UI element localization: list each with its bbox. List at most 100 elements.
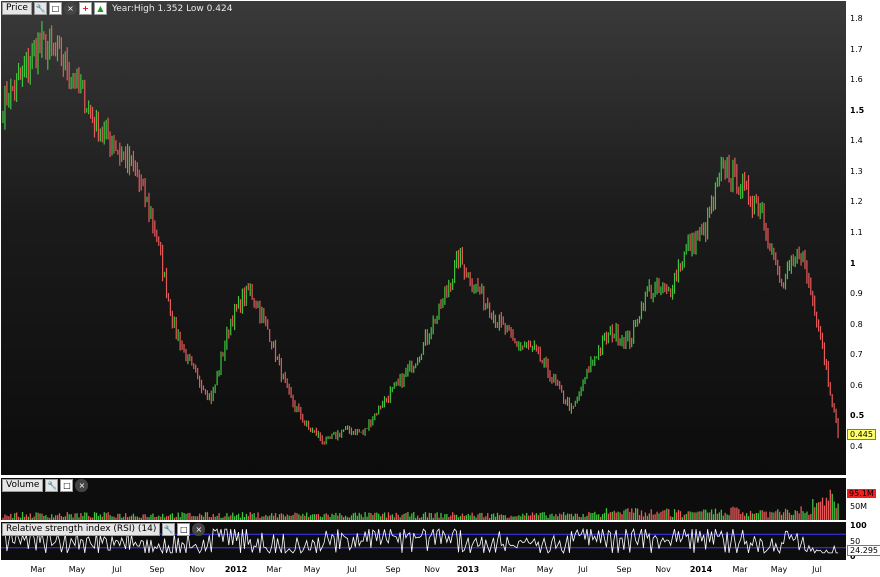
- maximize-icon[interactable]: □: [60, 479, 74, 492]
- volume-chart-plot[interactable]: [1, 478, 846, 520]
- volume-bar: [777, 509, 779, 520]
- wrench-icon[interactable]: 🔧: [45, 479, 59, 492]
- volume-bar: [23, 516, 26, 520]
- volume-bar: [344, 515, 347, 520]
- volume-bar: [500, 514, 503, 520]
- volume-bar: [452, 512, 454, 520]
- price-chart-pane[interactable]: Price 🔧 □ × + ▲ Year:High 1.352 Low 0.42…: [1, 1, 846, 475]
- volume-bar: [197, 516, 199, 520]
- volume-bar: [158, 515, 160, 520]
- volume-bar: [619, 512, 621, 520]
- wrench-icon[interactable]: 🔧: [162, 523, 176, 536]
- volume-bar: [479, 512, 481, 520]
- price-chart-plot[interactable]: [1, 1, 846, 475]
- volume-bar: [284, 516, 286, 520]
- volume-bar: [609, 512, 612, 520]
- volume-bar: [742, 512, 744, 520]
- close-icon[interactable]: ×: [63, 2, 77, 15]
- volume-bar: [545, 515, 547, 520]
- volume-bar: [265, 514, 267, 520]
- volume-bar: [243, 516, 246, 520]
- volume-bar: [753, 513, 756, 520]
- volume-bar: [352, 513, 355, 520]
- volume-bar: [576, 513, 578, 520]
- volume-bar: [393, 517, 395, 520]
- volume-bar: [561, 514, 563, 520]
- volume-bar: [658, 513, 660, 520]
- rsi-chart-pane[interactable]: Relative strength index (RSI) (14) 🔧 □ ×: [1, 522, 846, 560]
- price-axis-tick: 0.7: [850, 350, 863, 360]
- maximize-icon[interactable]: □: [177, 523, 191, 536]
- volume-bar: [631, 508, 633, 520]
- volume-bar: [543, 512, 545, 520]
- volume-bar: [687, 511, 689, 520]
- volume-bar: [779, 511, 781, 520]
- volume-bar: [415, 517, 417, 520]
- volume-bar: [93, 512, 96, 520]
- volume-bar: [372, 515, 374, 520]
- volume-bar: [455, 514, 458, 520]
- volume-bar: [802, 511, 804, 520]
- time-axis-label: Jul: [347, 565, 357, 574]
- volume-bar: [782, 512, 785, 520]
- volume-bar: [675, 512, 678, 520]
- volume-bar: [621, 514, 623, 520]
- red-plus-icon[interactable]: +: [78, 2, 92, 15]
- volume-bar: [510, 515, 512, 520]
- volume-bar: [251, 514, 253, 520]
- volume-bar: [142, 514, 144, 520]
- volume-bar: [91, 517, 94, 520]
- volume-bar: [315, 514, 318, 520]
- volume-bar: [808, 514, 810, 520]
- volume-bar: [249, 512, 251, 520]
- volume-bar: [319, 516, 321, 520]
- volume-bar: [49, 517, 51, 520]
- volume-bar: [380, 516, 382, 520]
- volume-bar: [111, 516, 113, 520]
- volume-bar: [29, 513, 31, 520]
- volume-bar: [41, 513, 43, 520]
- volume-bar: [757, 513, 759, 520]
- wrench-icon[interactable]: 🔧: [33, 2, 47, 15]
- volume-bar: [220, 517, 222, 520]
- volume-bar: [381, 513, 384, 520]
- volume-bar: [206, 512, 209, 520]
- volume-bar: [759, 510, 761, 520]
- price-axis-tick: 1.2: [850, 197, 863, 207]
- last-price-tag: 0.445: [847, 429, 876, 441]
- volume-bar: [175, 516, 177, 520]
- volume-bar: [165, 516, 168, 520]
- volume-bar: [45, 515, 47, 520]
- volume-bar: [662, 510, 664, 520]
- price-axis-tick: 0.8: [850, 319, 863, 329]
- volume-bar: [775, 511, 777, 520]
- volume-bar: [335, 512, 337, 520]
- volume-bar: [259, 517, 261, 520]
- close-icon[interactable]: ×: [192, 523, 206, 536]
- close-icon[interactable]: ×: [75, 479, 89, 492]
- volume-bar: [54, 515, 57, 520]
- volume-bar: [105, 513, 107, 520]
- volume-bar: [504, 515, 506, 520]
- volume-bar: [635, 508, 637, 520]
- volume-bar: [97, 516, 100, 520]
- volume-panel-label: Volume: [2, 479, 44, 492]
- volume-bar: [837, 503, 839, 520]
- volume-bar: [407, 512, 409, 520]
- volume-bar: [481, 512, 483, 520]
- volume-bar: [95, 512, 98, 520]
- volume-bar: [473, 515, 475, 520]
- volume-bar: [444, 514, 446, 520]
- volume-bar: [358, 512, 360, 520]
- green-up-icon[interactable]: ▲: [93, 2, 107, 15]
- volume-bar: [298, 514, 300, 520]
- volume-bar: [623, 510, 625, 520]
- volume-bar: [58, 513, 61, 520]
- maximize-icon[interactable]: □: [48, 2, 62, 15]
- volume-bar: [689, 511, 691, 520]
- volume-bar: [790, 514, 793, 520]
- volume-bar: [539, 512, 541, 520]
- volume-bar: [43, 515, 45, 520]
- volume-bar: [644, 512, 647, 520]
- volume-chart-pane[interactable]: Volume 🔧 □ ×: [1, 478, 846, 520]
